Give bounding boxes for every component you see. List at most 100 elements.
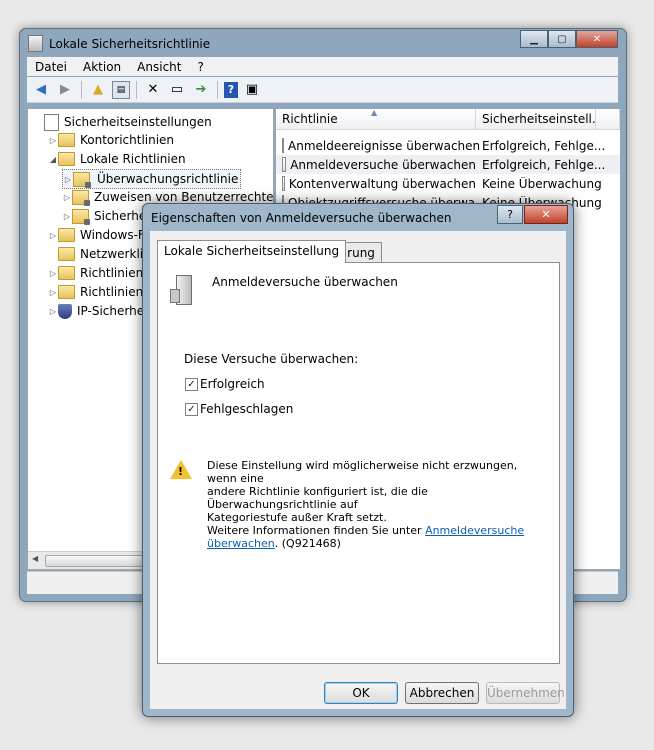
checkbox-success-label: Erfolgreich xyxy=(200,377,265,391)
apply-button[interactable]: Übernehmen xyxy=(486,682,565,704)
list-row[interactable]: Kontenverwaltung überwachen Keine Überwac… xyxy=(276,174,620,193)
tab-panel: Anmeldeversuche überwachen Diese Versuch… xyxy=(157,262,560,664)
forward-arrow-icon[interactable]: ▶ xyxy=(55,80,75,100)
window-title: Lokale Sicherheitsrichtlinie xyxy=(49,36,211,51)
show-hide-tree-icon[interactable]: ▤ xyxy=(112,80,130,99)
more-info-line: Weitere Informationen finden Sie unter A… xyxy=(207,524,547,537)
toolbar-divider xyxy=(217,80,218,99)
tree-item[interactable]: Sicherheitseinstellungen xyxy=(34,113,212,131)
monitor-group-label: Diese Versuche überwachen: xyxy=(184,352,359,366)
dialog-title: Eigenschaften von Anmeldeversuche überwa… xyxy=(151,211,452,225)
shield-icon xyxy=(58,303,72,319)
security-policy-app-icon xyxy=(28,35,43,52)
window-title-bar: Lokale Sicherheitsrichtlinie xyxy=(28,35,210,52)
dialog-body: Lokale Sicherheitseinstellung Erklärung … xyxy=(150,231,566,709)
folder-lock-icon xyxy=(73,171,91,188)
more-info-line-2: überwachen. (Q921468) xyxy=(207,537,547,550)
tree-expander-icon[interactable]: ◢ xyxy=(48,155,58,164)
folder-icon xyxy=(58,247,75,261)
menu-datei[interactable]: Datei xyxy=(27,60,75,74)
warning-icon-mark: ! xyxy=(178,465,184,478)
policy-icon xyxy=(282,176,285,191)
dialog-close-button[interactable]: ✕ xyxy=(524,205,568,224)
policy-name: Anmeldeversuche überwachen xyxy=(212,275,398,289)
close-button[interactable]: ✕ xyxy=(576,30,618,48)
tree-item[interactable]: ▷ Kontorichtlinien xyxy=(48,131,174,149)
scroll-left-icon[interactable]: ◀ xyxy=(32,554,38,563)
folder-lock-icon xyxy=(72,208,90,225)
tree-item-label: Kontorichtlinien xyxy=(80,133,175,147)
cancel-button[interactable]: Abbrechen xyxy=(405,682,479,704)
folder-icon xyxy=(58,133,75,147)
tree-item[interactable]: ▷ Sicherheit xyxy=(62,207,154,225)
warning-text: Diese Einstellung wird möglicherweise ni… xyxy=(207,459,547,550)
tree-expander-icon[interactable]: ▷ xyxy=(48,136,58,145)
menu-aktion[interactable]: Aktion xyxy=(75,60,129,74)
policy-icon xyxy=(282,138,284,153)
minimize-button[interactable]: ▁ xyxy=(520,30,548,48)
policy-cell: Anmeldeversuche überwachen xyxy=(276,157,476,172)
warning-line: andere Richtlinie konfiguriert ist, die … xyxy=(207,485,428,511)
tree-item-label: Sicherheitseinstellungen xyxy=(64,115,212,129)
tree-expander-icon[interactable]: ▷ xyxy=(48,269,58,278)
help-icon[interactable]: ? xyxy=(224,81,238,98)
more-info-link-continued[interactable]: überwachen xyxy=(207,537,275,550)
policy-name-text: Anmeldeereignisse überwachen xyxy=(288,138,481,153)
column-header-setting[interactable]: Sicherheitseinstell... xyxy=(476,109,603,130)
checkbox-failure[interactable]: ✓ xyxy=(185,403,198,416)
list-row[interactable]: Anmeldeereignisse überwachen Erfolgreich,… xyxy=(276,136,620,155)
back-arrow-icon[interactable]: ◀ xyxy=(31,80,51,100)
tree-item-label: Überwachungsrichtlinie xyxy=(97,172,239,186)
column-header-label: Richtlinie xyxy=(282,112,338,126)
maximize-button[interactable]: ▢ xyxy=(548,30,576,48)
more-info-suffix: . (Q921468) xyxy=(274,537,341,550)
folder-lock-icon xyxy=(72,189,90,206)
setting-cell: Keine Überwachung xyxy=(482,176,602,191)
menu-ansicht[interactable]: Ansicht xyxy=(129,60,189,74)
sort-up-icon: ▲ xyxy=(371,108,378,117)
tree-item[interactable]: ◢ Lokale Richtlinien xyxy=(48,150,186,168)
checkbox-failure-label: Fehlgeschlagen xyxy=(200,402,294,416)
dialog-help-button[interactable]: ? xyxy=(497,205,523,224)
policy-cell: Anmeldeereignisse überwachen xyxy=(276,138,480,153)
shield-doc-icon xyxy=(44,113,59,131)
menu-help[interactable]: ? xyxy=(189,60,211,74)
tree-expander-icon[interactable]: ▷ xyxy=(48,231,58,240)
tree-expander-icon[interactable]: ▷ xyxy=(48,288,58,297)
checkbox-success[interactable]: ✓ xyxy=(185,378,198,391)
server-policy-icon xyxy=(170,275,192,305)
more-info-link[interactable]: Anmeldeversuche xyxy=(425,524,524,537)
setting-cell: Erfolgreich, Fehlge... xyxy=(482,157,606,172)
tree-expander-icon[interactable]: ▷ xyxy=(48,307,58,316)
folder-icon xyxy=(58,152,75,166)
folder-icon xyxy=(58,228,75,242)
tab-local-security-setting[interactable]: Lokale Sicherheitseinstellung xyxy=(157,240,347,263)
export-list-icon[interactable]: ➔ xyxy=(191,80,211,100)
column-header-richtlinie[interactable]: Richtlinie ▲ xyxy=(276,109,476,130)
column-header-label: Sicherheitseinstell... xyxy=(482,112,604,126)
toolbar-divider xyxy=(136,80,137,99)
up-folder-icon[interactable]: ▲ xyxy=(88,80,108,100)
tree-expander-icon[interactable]: ▷ xyxy=(62,193,72,202)
tree-expander-icon[interactable]: ▷ xyxy=(62,212,72,221)
caption-buttons: ▁ ▢ ✕ xyxy=(520,30,618,48)
policy-name-text: Anmeldeversuche überwachen xyxy=(290,157,476,172)
tree-expander-icon[interactable]: ▷ xyxy=(63,175,73,184)
more-info-prefix: Weitere Informationen finden Sie unter xyxy=(207,524,426,537)
properties-dialog: Eigenschaften von Anmeldeversuche überwa… xyxy=(142,203,574,717)
list-row[interactable]: Anmeldeversuche überwachen Erfolgreich, F… xyxy=(276,155,620,174)
folder-icon xyxy=(58,285,75,299)
tree-item-label: Lokale Richtlinien xyxy=(80,152,186,166)
setting-cell: Erfolgreich, Fehlge... xyxy=(482,138,606,153)
delete-icon[interactable]: ✕ xyxy=(143,80,163,100)
warning-line: Kategoriestufe außer Kraft setzt. xyxy=(207,511,387,524)
tree-item[interactable]: ▷ Überwachungsrichtlinie xyxy=(62,169,242,189)
properties-icon[interactable]: ▭ xyxy=(167,80,187,100)
ok-button[interactable]: OK xyxy=(324,682,398,704)
menu-bar: Datei Aktion Ansicht ? xyxy=(27,57,618,76)
column-header-empty xyxy=(596,109,620,130)
action-pane-icon[interactable]: ▣ xyxy=(242,80,262,100)
toolbar: ◀ ▶ ▲ ▤ ✕ ▭ ➔ ? ▣ xyxy=(27,77,618,103)
policy-icon xyxy=(282,157,287,172)
policy-name-text: Kontenverwaltung überwachen xyxy=(288,176,476,191)
